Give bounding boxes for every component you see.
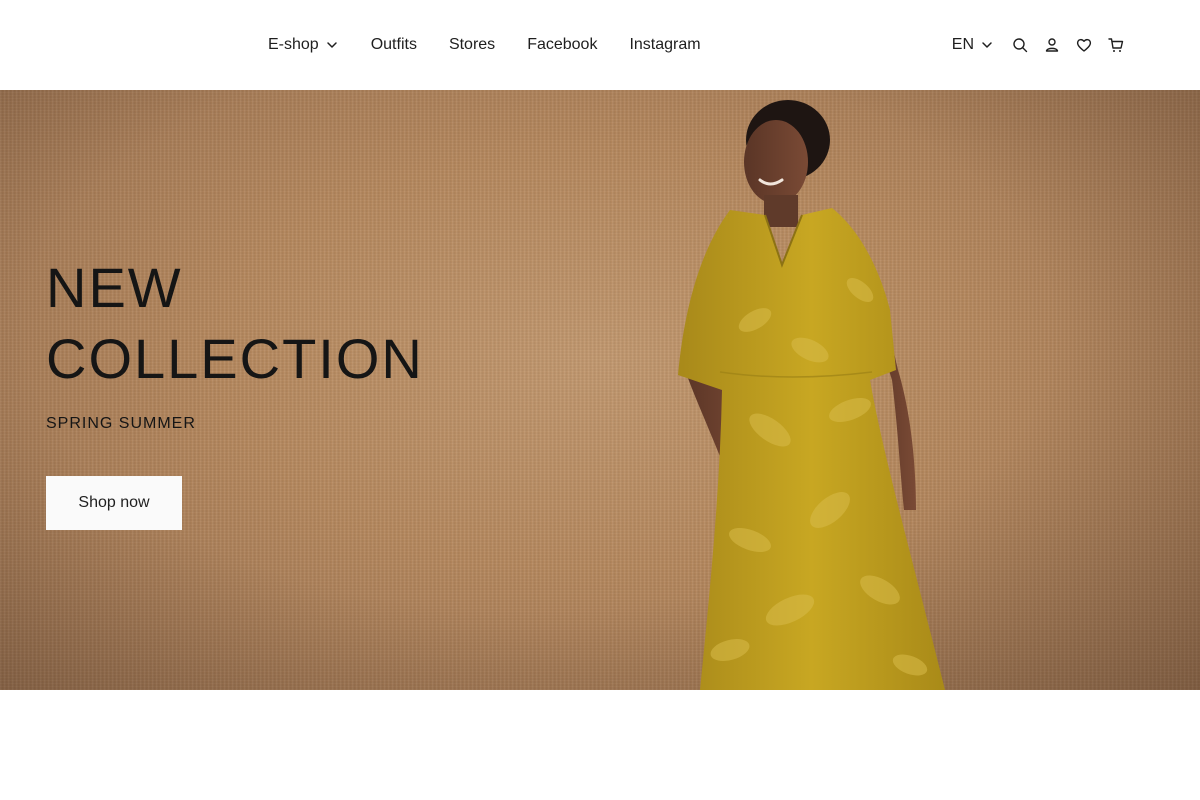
model-in-yellow-dress-image: [678, 100, 945, 690]
nav-item-stores[interactable]: Stores: [449, 36, 495, 54]
hero-title: NEW COLLECTION: [46, 252, 466, 394]
main-nav: E-shop Outfits Stores Facebook Instagram: [268, 0, 701, 90]
hero-banner: NEW COLLECTION SPRING SUMMER Shop now: [0, 90, 1200, 690]
shop-now-button[interactable]: Shop now: [46, 476, 182, 530]
wishlist-heart-icon[interactable]: [1076, 37, 1092, 53]
nav-item-label: Instagram: [629, 36, 701, 53]
hero-title-line2: COLLECTION: [46, 327, 424, 390]
search-icon[interactable]: [1012, 37, 1028, 53]
header-utilities: EN: [952, 0, 1124, 90]
chevron-down-icon: [982, 42, 992, 48]
nav-item-label: Facebook: [527, 36, 598, 53]
account-icon[interactable]: [1044, 37, 1060, 53]
nav-item-outfits[interactable]: Outfits: [371, 36, 417, 54]
hero-subtitle: SPRING SUMMER: [46, 415, 196, 432]
nav-item-label: Outfits: [370, 36, 417, 53]
nav-item-label: E-shop: [268, 36, 319, 53]
site-header: E-shop Outfits Stores Facebook Instagram…: [0, 0, 1200, 90]
nav-item-facebook[interactable]: Facebook: [527, 36, 597, 54]
language-selector[interactable]: EN: [952, 36, 994, 54]
nav-item-label: Stores: [448, 36, 496, 53]
nav-item-instagram[interactable]: Instagram: [629, 36, 700, 54]
cart-icon[interactable]: [1108, 37, 1124, 53]
chevron-down-icon: [326, 42, 337, 48]
nav-item-eshop[interactable]: E-shop: [268, 36, 339, 54]
language-label: EN: [951, 36, 974, 53]
hero-title-line1: NEW: [46, 256, 183, 319]
